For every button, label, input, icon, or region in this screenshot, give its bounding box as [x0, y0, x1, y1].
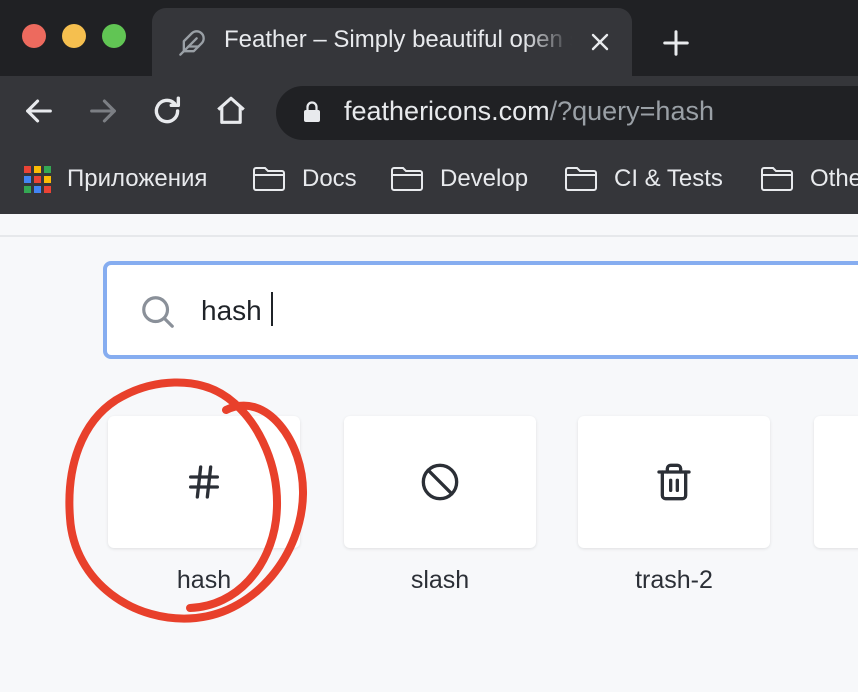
close-icon[interactable] [588, 30, 612, 54]
folder-icon [761, 167, 793, 191]
bookmark-folder-develop[interactable]: Develop [390, 162, 528, 196]
search-field[interactable] [103, 261, 858, 359]
bookmark-apps[interactable]: Приложения [24, 162, 207, 196]
icon-card-trash-2[interactable] [578, 416, 770, 548]
reload-icon[interactable] [150, 94, 184, 128]
folder-icon [565, 167, 597, 191]
address-bar[interactable]: feathericons.com/?query=hash [276, 86, 858, 140]
slash-icon [421, 463, 459, 501]
url-host: feathericons.com [344, 96, 550, 126]
url-path: /?query=hash [549, 96, 714, 126]
bookmark-label: Приложения [67, 165, 208, 192]
tab-strip: Feather – Simply beautiful open source i… [0, 0, 858, 76]
bookmark-label: CI & Tests [614, 165, 723, 192]
bookmark-label: Docs [302, 165, 357, 192]
window-minimize-button[interactable] [62, 24, 86, 48]
tab-title: Feather – Simply beautiful open source i… [224, 26, 572, 53]
folder-icon [391, 167, 423, 191]
icon-card-partial[interactable] [814, 416, 858, 548]
feather-icon [179, 30, 205, 56]
bookmark-folder-docs[interactable]: Docs [252, 162, 357, 196]
forward-arrow-icon[interactable] [86, 94, 120, 128]
browser-tab[interactable]: Feather – Simply beautiful open source i… [152, 8, 632, 76]
window-close-button[interactable] [22, 24, 46, 48]
annotation-circle [65, 378, 308, 623]
bookmark-label: Develop [440, 165, 529, 192]
window-maximize-button[interactable] [102, 24, 126, 48]
home-icon[interactable] [214, 94, 248, 128]
lock-icon[interactable] [302, 101, 322, 123]
trash-2-icon [657, 463, 691, 501]
bookmark-folder-ci-tests[interactable]: CI & Tests [564, 162, 723, 196]
new-tab-plus-icon[interactable] [661, 28, 691, 58]
url-text[interactable]: feathericons.com/?query=hash [344, 96, 714, 127]
icon-card-slash[interactable] [344, 416, 536, 548]
divider [0, 235, 858, 237]
search-input[interactable] [201, 291, 701, 331]
browser-toolbar: feathericons.com/?query=hash [0, 76, 858, 148]
back-arrow-icon[interactable] [22, 94, 56, 128]
apps-grid-icon [24, 165, 51, 193]
text-caret [271, 292, 273, 326]
folder-icon [253, 167, 285, 191]
search-icon [142, 296, 174, 328]
icon-label[interactable]: slash [344, 566, 536, 595]
icon-label[interactable]: trash-2 [578, 566, 770, 595]
bookmark-label: Other [810, 165, 858, 192]
bookmarks-bar: Приложения Docs Develop CI & Tests Other [0, 148, 858, 215]
bookmark-folder-other[interactable]: Other [760, 162, 858, 196]
